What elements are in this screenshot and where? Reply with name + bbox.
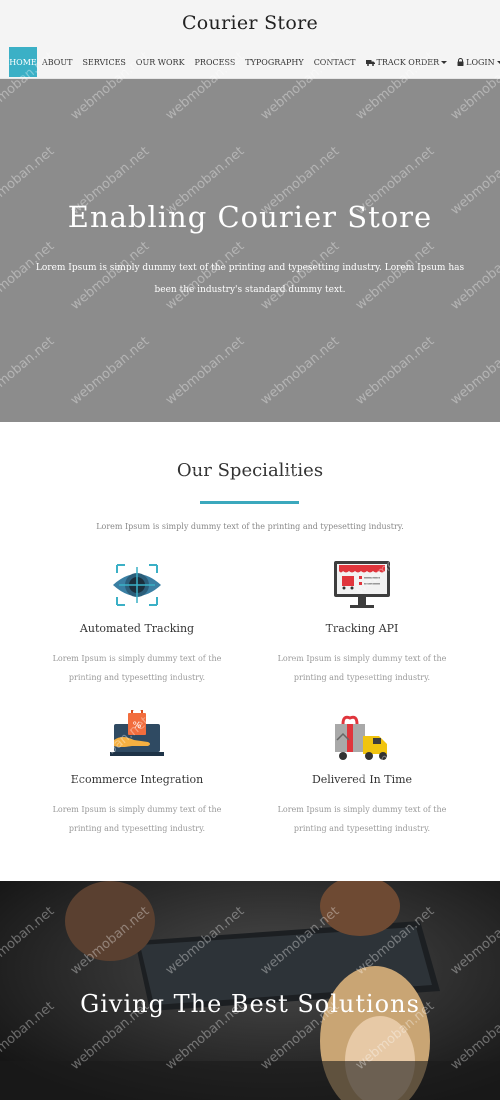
target-eye-icon xyxy=(113,564,161,606)
svg-text:%: % xyxy=(133,721,142,731)
section-title: Our Specialities xyxy=(176,460,324,481)
solutions-banner: Giving The Best Solutions xyxy=(0,881,500,1100)
feature-name: Tracking API xyxy=(325,622,399,635)
main-nav: HOME ABOUT SERVICES OUR WORK PROCESS TYP… xyxy=(9,47,500,77)
nav-our-work[interactable]: OUR WORK xyxy=(131,47,190,77)
nav-about[interactable]: ABOUT xyxy=(37,47,77,77)
title-divider xyxy=(200,501,299,504)
delivery-truck-icon xyxy=(335,715,387,760)
nav-home[interactable]: HOME xyxy=(9,47,37,77)
feature-description: Lorem Ipsum is simply dummy text of the … xyxy=(52,654,222,682)
nav-typography[interactable]: TYPOGRAPHY xyxy=(240,47,308,77)
banner-title: Giving The Best Solutions xyxy=(80,990,420,1018)
nav-contact[interactable]: CONTACT xyxy=(309,47,361,77)
login-label: LOGIN xyxy=(466,57,495,67)
site-header: Courier Store HOME ABOUT SERVICES OUR WO… xyxy=(0,0,500,79)
hero-title: Enabling Courier Store xyxy=(67,200,433,234)
hero-section: Enabling Courier Store Lorem Ipsum is si… xyxy=(0,79,500,422)
truck-icon xyxy=(365,59,375,66)
feature-name: Ecommerce Integration xyxy=(70,773,204,786)
track-order-label: TRACK ORDER xyxy=(376,57,440,67)
nav-services[interactable]: SERVICES xyxy=(77,47,130,77)
chevron-down-icon xyxy=(441,60,448,64)
feature-name: Automated Tracking xyxy=(79,622,195,635)
hero-text: Lorem Ipsum is simply dummy text of the … xyxy=(35,263,465,295)
feature-description: Lorem Ipsum is simply dummy text of the … xyxy=(52,805,222,833)
chevron-down-icon xyxy=(496,60,500,64)
brand-logo[interactable]: Courier Store xyxy=(0,12,500,34)
feature-description: Lorem Ipsum is simply dummy text of the … xyxy=(277,805,447,833)
specialities-section: Our Specialities Lorem Ipsum is simply d… xyxy=(0,422,500,881)
shopping-laptop-icon: % xyxy=(110,710,164,756)
section-subtitle: Lorem Ipsum is simply dummy text of the … xyxy=(96,522,404,531)
lock-icon xyxy=(457,58,464,66)
nav-login[interactable]: LOGIN xyxy=(452,47,500,77)
feature-description: Lorem Ipsum is simply dummy text of the … xyxy=(277,654,447,682)
monitor-store-icon xyxy=(334,561,390,608)
feature-name: Delivered In Time xyxy=(311,773,413,786)
nav-track-order[interactable]: TRACK ORDER xyxy=(361,47,453,77)
nav-process[interactable]: PROCESS xyxy=(190,47,241,77)
